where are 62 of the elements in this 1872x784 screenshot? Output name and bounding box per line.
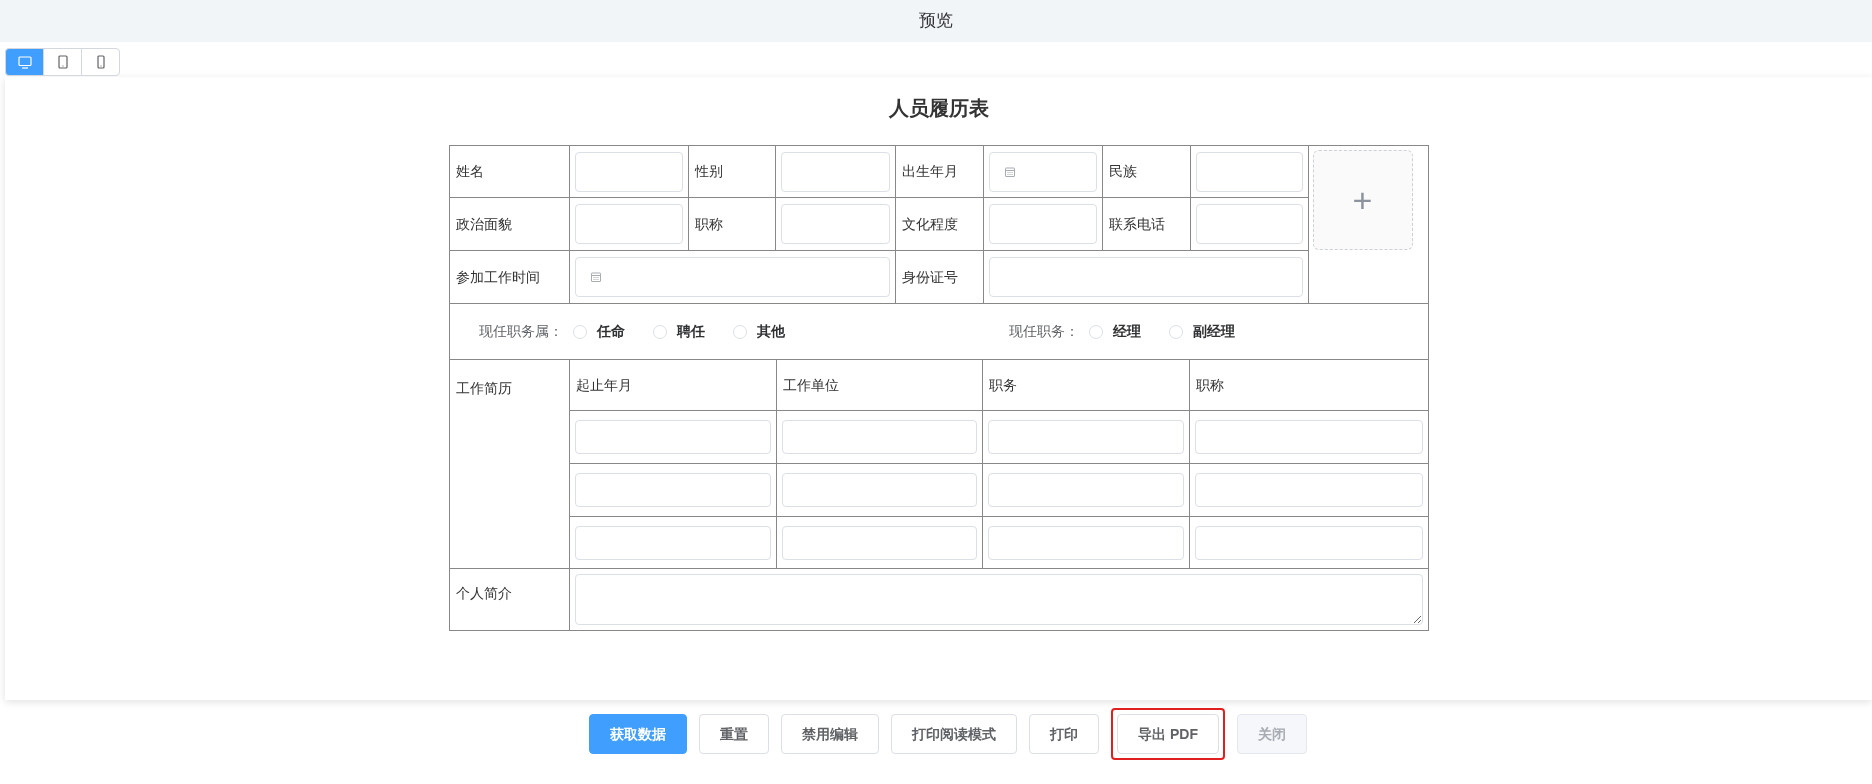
action-button[interactable]: 重置: [699, 714, 770, 754]
field-label: 文化程度: [901, 214, 958, 234]
input-field[interactable]: [988, 257, 1303, 297]
input-field[interactable]: [574, 420, 771, 454]
input-field[interactable]: [988, 204, 1097, 244]
device-tab[interactable]: [5, 48, 44, 76]
field-label: 政治面貌: [455, 214, 512, 234]
radio-option[interactable]: 经理: [1088, 321, 1141, 342]
input-field[interactable]: [1194, 473, 1423, 507]
input-field[interactable]: [780, 204, 890, 244]
device-tab[interactable]: [81, 48, 120, 76]
field-label: 性别: [694, 162, 723, 181]
field-label: 民族: [1108, 162, 1137, 181]
input-field[interactable]: [574, 204, 683, 244]
tablet-icon: [57, 55, 68, 69]
monitor-icon: [17, 55, 32, 69]
input-field[interactable]: [781, 525, 977, 560]
field-label: 出生年月: [901, 162, 958, 181]
action-button[interactable]: 导出 PDF: [1117, 714, 1219, 754]
phone-icon: [96, 55, 105, 69]
action-button[interactable]: 打印阅读模式: [891, 714, 1018, 754]
field-label: 参加工作时间: [455, 267, 540, 287]
column-header: 职称: [1195, 375, 1224, 395]
input-field[interactable]: [1195, 151, 1303, 192]
radio-option[interactable]: 副经理: [1168, 321, 1235, 342]
section-label: 工作简历: [455, 380, 512, 396]
device-tab[interactable]: [43, 48, 82, 76]
form-title: 人员履历表: [888, 96, 989, 121]
input-field[interactable]: [781, 420, 977, 454]
radio-group-label: 现任职务属：: [478, 322, 563, 341]
column-header: 职务: [988, 375, 1017, 395]
input-field[interactable]: [987, 473, 1184, 507]
radio-option[interactable]: 聘任: [652, 321, 705, 342]
action-button: 关闭: [1236, 714, 1307, 754]
input-field[interactable]: [574, 525, 771, 560]
date-field[interactable]: [988, 151, 1097, 192]
action-button[interactable]: 打印: [1029, 714, 1100, 754]
input-field[interactable]: [574, 473, 771, 507]
input-field[interactable]: [781, 473, 977, 507]
input-field[interactable]: [1194, 525, 1423, 560]
input-field[interactable]: [1194, 420, 1423, 454]
field-label: 职称: [694, 214, 723, 234]
calendar-icon: [589, 271, 602, 283]
radio-option[interactable]: 其他: [732, 321, 785, 342]
section-label: 个人简介: [455, 585, 512, 601]
input-field[interactable]: [574, 151, 683, 192]
radio-group-label: 现任职务：: [1008, 322, 1079, 341]
field-label: 姓名: [455, 162, 484, 181]
date-field[interactable]: [574, 257, 890, 297]
input-field[interactable]: [987, 420, 1184, 454]
calendar-icon: [1003, 165, 1016, 178]
text-area[interactable]: [574, 574, 1423, 625]
header-title: 预览: [919, 10, 953, 33]
column-header: 工作单位: [782, 375, 839, 395]
input-field[interactable]: [987, 525, 1184, 560]
column-header: 起止年月: [575, 375, 632, 395]
input-field[interactable]: [780, 151, 890, 192]
input-field[interactable]: [1195, 204, 1303, 244]
action-button[interactable]: 禁用编辑: [781, 714, 880, 754]
field-label: 身份证号: [901, 267, 958, 287]
field-label: 联系电话: [1108, 214, 1165, 234]
radio-option[interactable]: 任命: [572, 321, 625, 342]
